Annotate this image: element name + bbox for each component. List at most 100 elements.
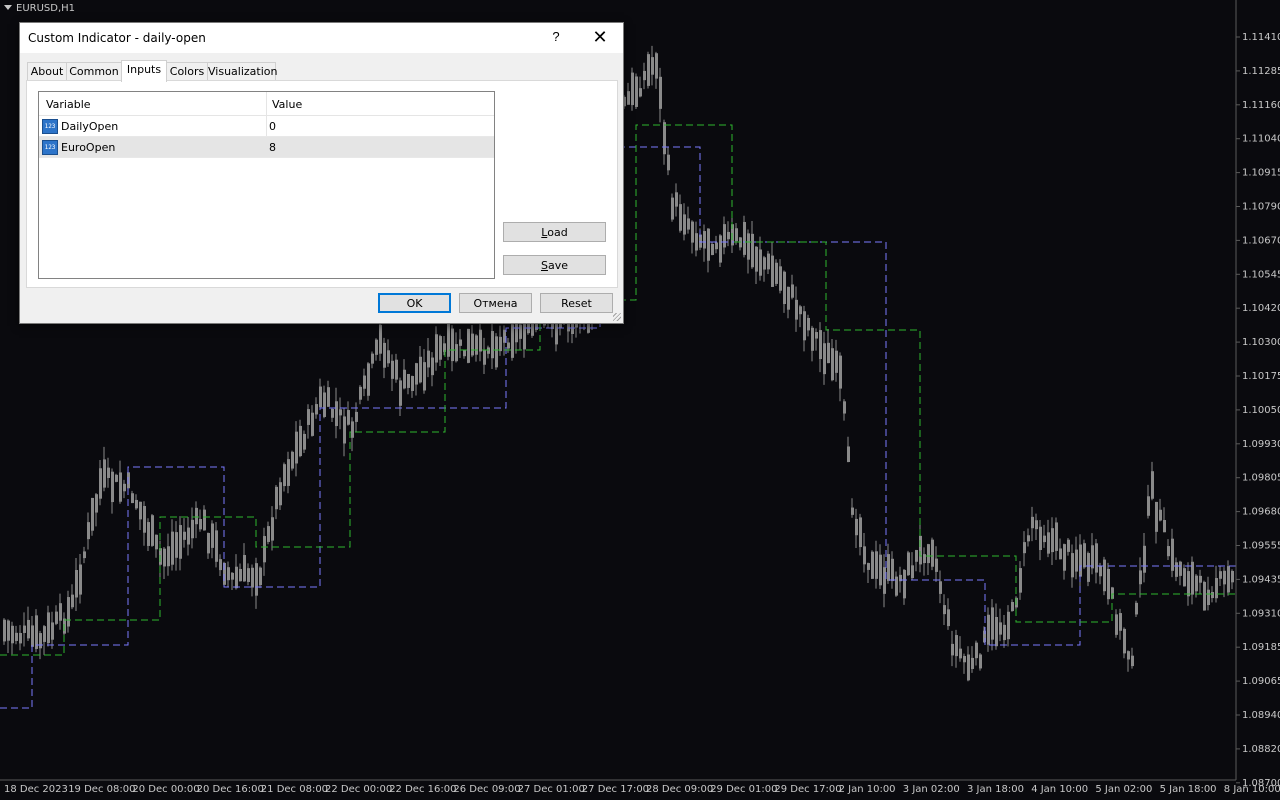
candle-body [479, 329, 482, 352]
price-label: 1.11410 [1242, 32, 1280, 43]
candle-body [411, 376, 414, 391]
candle-body [335, 401, 338, 427]
candle-body [963, 656, 966, 663]
tab-colors[interactable]: Colors [166, 62, 208, 81]
candle-body [395, 359, 398, 380]
candle-body [1031, 516, 1034, 529]
time-label: 2 Jan 10:00 [839, 784, 896, 795]
candle-body [303, 433, 306, 450]
candle-body [263, 536, 266, 563]
candle-body [883, 567, 886, 594]
candle-body [779, 266, 782, 291]
candle-body [1163, 520, 1166, 533]
load-button[interactable]: Load [503, 222, 606, 242]
candle-body [43, 626, 46, 642]
candle-body [1231, 570, 1234, 583]
candle-body [903, 569, 906, 599]
cancel-button[interactable]: Отмена [459, 293, 532, 313]
candle-body [311, 412, 314, 436]
variable-value[interactable]: 0 [269, 120, 276, 133]
candle-body [1207, 589, 1210, 606]
save-button[interactable]: Save [503, 255, 606, 275]
price-label: 1.09185 [1242, 642, 1280, 653]
candle-body [179, 525, 182, 559]
candle-body [107, 467, 110, 478]
candle-body [227, 567, 230, 581]
candle-body [131, 493, 134, 504]
candle-body [967, 654, 970, 681]
candle-body [711, 244, 714, 255]
candle-body [1119, 613, 1122, 631]
candle-body [975, 642, 978, 659]
price-label: 1.09805 [1242, 473, 1280, 484]
tab-inputs[interactable]: Inputs [121, 60, 167, 82]
candle-body [1147, 496, 1150, 516]
candle-body [787, 286, 790, 310]
candle-body [671, 197, 674, 220]
candle-body [1211, 591, 1214, 599]
reset-button[interactable]: Reset [540, 293, 613, 313]
close-icon[interactable]: ✕ [588, 26, 612, 48]
candle-body [391, 360, 394, 379]
candle-body [1187, 571, 1190, 597]
variable-value[interactable]: 8 [269, 141, 276, 154]
symbol-label[interactable]: EURUSD,H1 [4, 3, 75, 14]
candle-body [1123, 628, 1126, 654]
price-label: 1.11040 [1242, 134, 1280, 145]
candle-body [267, 526, 270, 542]
candle-body [831, 348, 834, 381]
candle-body [507, 342, 510, 349]
candle-body [71, 594, 74, 608]
candle-body [195, 507, 198, 525]
column-header-value[interactable]: Value [272, 98, 302, 111]
price-label: 1.08820 [1242, 744, 1280, 755]
candle-body [951, 643, 954, 656]
candle-body [1131, 655, 1134, 667]
inputs-table[interactable]: Variable Value 123 DailyOpen 0 123 EuroO… [38, 91, 495, 279]
candle-body [255, 563, 258, 596]
candle-body [747, 233, 750, 260]
candle-body [39, 633, 42, 649]
candle-body [719, 235, 722, 263]
resize-grip[interactable] [613, 313, 621, 321]
candle-body [1007, 611, 1010, 640]
candle-body [23, 625, 26, 633]
candle-body [1135, 602, 1138, 615]
candle-body [139, 501, 142, 520]
candle-body [347, 410, 350, 425]
candle-body [955, 635, 958, 657]
candle-body [939, 581, 942, 594]
candle-body [799, 306, 802, 315]
time-label: 21 Dec 08:00 [261, 784, 328, 795]
candle-body [427, 350, 430, 368]
tab-common[interactable]: Common [66, 62, 122, 81]
candle-body [35, 615, 38, 649]
column-header-variable[interactable]: Variable [46, 98, 91, 111]
candle-body [31, 625, 34, 647]
candle-body [811, 327, 814, 351]
price-label: 1.11285 [1242, 66, 1280, 77]
candle-body [759, 249, 762, 276]
tab-visualization[interactable]: Visualization [207, 62, 277, 81]
tab-about[interactable]: About [27, 62, 67, 81]
time-label: 29 Dec 01:00 [710, 784, 777, 795]
candle-body [663, 122, 666, 155]
help-button[interactable]: ? [549, 29, 563, 44]
candle-body [1115, 614, 1118, 635]
candle-body [447, 323, 450, 357]
candle-body [1167, 546, 1170, 557]
table-row[interactable]: 123 EuroOpen 8 [39, 137, 494, 158]
candle-body [855, 518, 858, 536]
ok-button[interactable]: OK [378, 293, 451, 313]
candle-body [271, 517, 274, 541]
candle-body [931, 539, 934, 567]
candle-body [147, 522, 150, 546]
candle-body [511, 324, 514, 358]
inputs-panel: Variable Value 123 DailyOpen 0 123 EuroO… [26, 80, 618, 288]
table-row[interactable]: 123 DailyOpen 0 [39, 116, 494, 137]
candle-body [867, 563, 870, 570]
candle-body [1059, 548, 1062, 560]
candle-body [95, 494, 98, 513]
candle-body [683, 214, 686, 235]
dialog-titlebar[interactable]: Custom Indicator - daily-open ? ✕ [20, 23, 623, 53]
